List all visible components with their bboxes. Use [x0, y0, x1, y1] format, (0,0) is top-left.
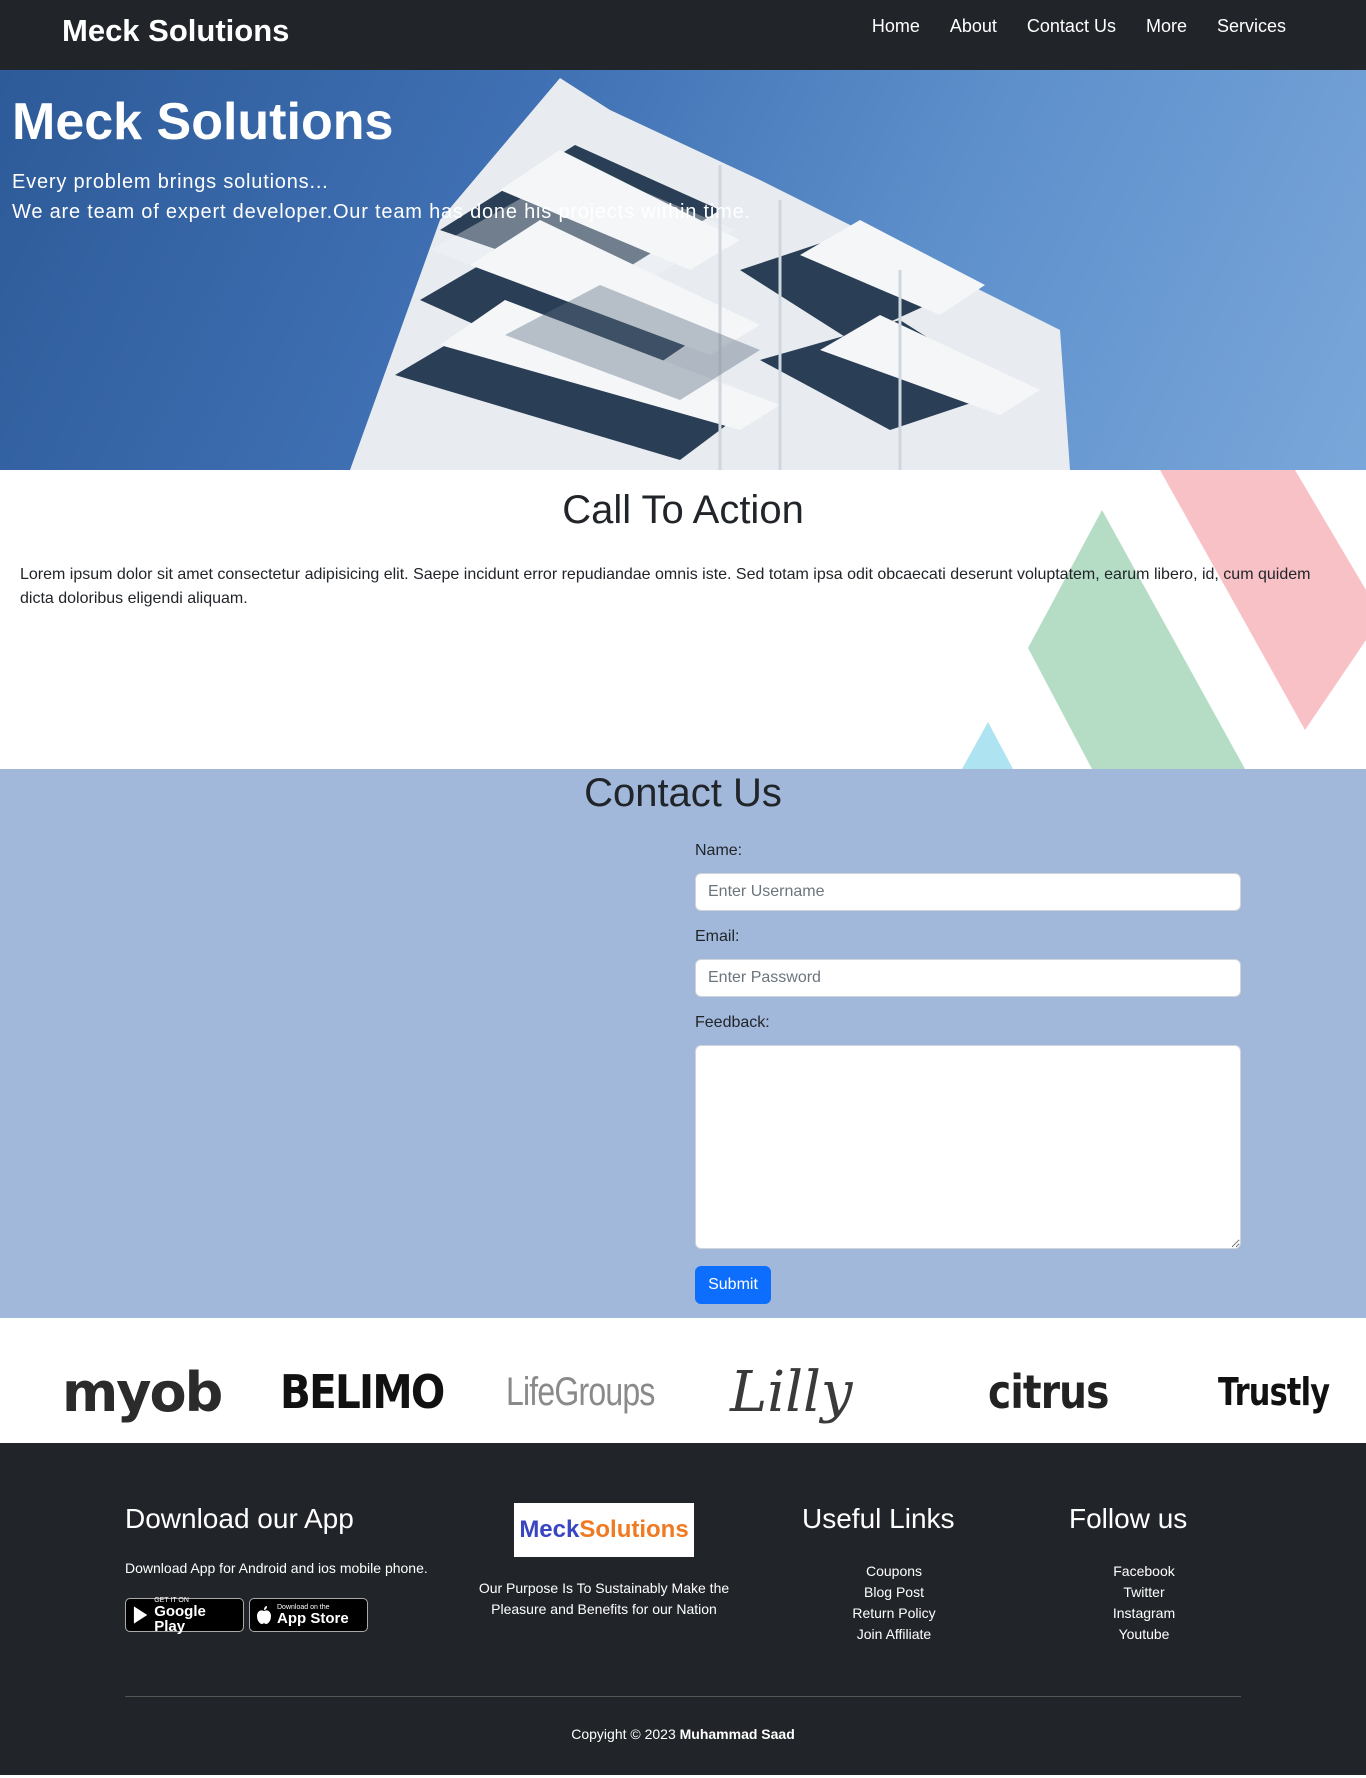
google-play-icon: [133, 1606, 148, 1624]
google-play-big-text: Google Play: [154, 1602, 206, 1635]
link-facebook[interactable]: Facebook: [1079, 1561, 1209, 1582]
navbar: Meck Solutions Home About Contact Us Mor…: [0, 0, 1366, 70]
link-join-affiliate[interactable]: Join Affiliate: [829, 1624, 959, 1645]
apple-icon: [257, 1606, 271, 1624]
footer-divider: [125, 1696, 1241, 1697]
follow-us-heading: Follow us: [1069, 1503, 1188, 1534]
lifegroups-logo: LifeGroups: [506, 1369, 655, 1414]
trustly-logo: Trustly: [1218, 1370, 1330, 1414]
contact-section: Contact Us Name: Email: Feedback: Submit: [0, 769, 1366, 1318]
copyright-prefix: Copyight © 2023: [571, 1726, 676, 1742]
download-app-heading: Download our App: [125, 1503, 354, 1534]
citrus-logo: citrus: [988, 1365, 1109, 1419]
belimo-logo: BELIMO: [280, 1365, 445, 1419]
copyright: Copyight © 2023 Muhammad Saad: [0, 1726, 1366, 1742]
nav-services[interactable]: Services: [1217, 16, 1286, 37]
feedback-textarea[interactable]: [695, 1045, 1241, 1249]
hero-title: Meck Solutions: [12, 93, 394, 151]
link-blog-post[interactable]: Blog Post: [829, 1582, 959, 1603]
app-store-button[interactable]: Download on the App Store: [249, 1598, 368, 1632]
copyright-name: Muhammad Saad: [679, 1726, 795, 1742]
call-to-action-section: Call To Action Lorem ipsum dolor sit ame…: [0, 470, 1366, 769]
footer-logo: Meck Solutions: [514, 1503, 694, 1557]
cta-title: Call To Action: [562, 488, 804, 532]
nav-links: Home About Contact Us More Services: [872, 16, 1286, 37]
nav-about[interactable]: About: [950, 16, 997, 37]
feedback-label: Feedback:: [695, 1014, 770, 1031]
hero-banner: Meck Solutions Every problem brings solu…: [0, 70, 1366, 470]
google-play-button[interactable]: GET IT ON Google Play: [125, 1597, 244, 1635]
email-label: Email:: [695, 928, 740, 945]
footer-logo-part1: Meck: [519, 1516, 580, 1543]
purpose-text: Our Purpose Is To Sustainably Make the P…: [478, 1580, 730, 1617]
nav-more[interactable]: More: [1146, 16, 1187, 37]
link-coupons[interactable]: Coupons: [829, 1561, 959, 1582]
social-links-list: Facebook Twitter Instagram Youtube: [1079, 1561, 1209, 1645]
link-instagram[interactable]: Instagram: [1079, 1603, 1209, 1624]
download-app-text: Download App for Android and ios mobile …: [125, 1560, 428, 1576]
name-input[interactable]: [695, 873, 1241, 911]
link-youtube[interactable]: Youtube: [1079, 1624, 1209, 1645]
myob-logo: myob: [62, 1360, 223, 1424]
lilly-logo: Lilly: [730, 1359, 853, 1425]
cta-text: Lorem ipsum dolor sit amet consectetur a…: [20, 566, 1311, 607]
brand-logo[interactable]: Meck Solutions: [62, 13, 289, 49]
link-twitter[interactable]: Twitter: [1079, 1582, 1209, 1603]
hero-description: We are team of expert developer.Our team…: [12, 201, 751, 223]
useful-links-heading: Useful Links: [802, 1503, 955, 1534]
app-store-big-text: App Store: [277, 1610, 349, 1627]
nav-home[interactable]: Home: [872, 16, 920, 37]
email-input[interactable]: [695, 959, 1241, 997]
useful-links-list: Coupons Blog Post Return Policy Join Aff…: [829, 1561, 959, 1645]
nav-contact[interactable]: Contact Us: [1027, 16, 1116, 37]
submit-button[interactable]: Submit: [695, 1266, 771, 1304]
hero-tagline: Every problem brings solutions...: [12, 171, 329, 193]
contact-title: Contact Us: [584, 771, 782, 815]
link-return-policy[interactable]: Return Policy: [829, 1603, 959, 1624]
footer-logo-part2: Solutions: [579, 1516, 689, 1543]
client-logos: myob BELIMO LifeGroups Lilly citrus Trus…: [0, 1318, 1366, 1443]
footer: Download our App Download App for Androi…: [0, 1443, 1366, 1775]
name-label: Name:: [695, 842, 743, 859]
